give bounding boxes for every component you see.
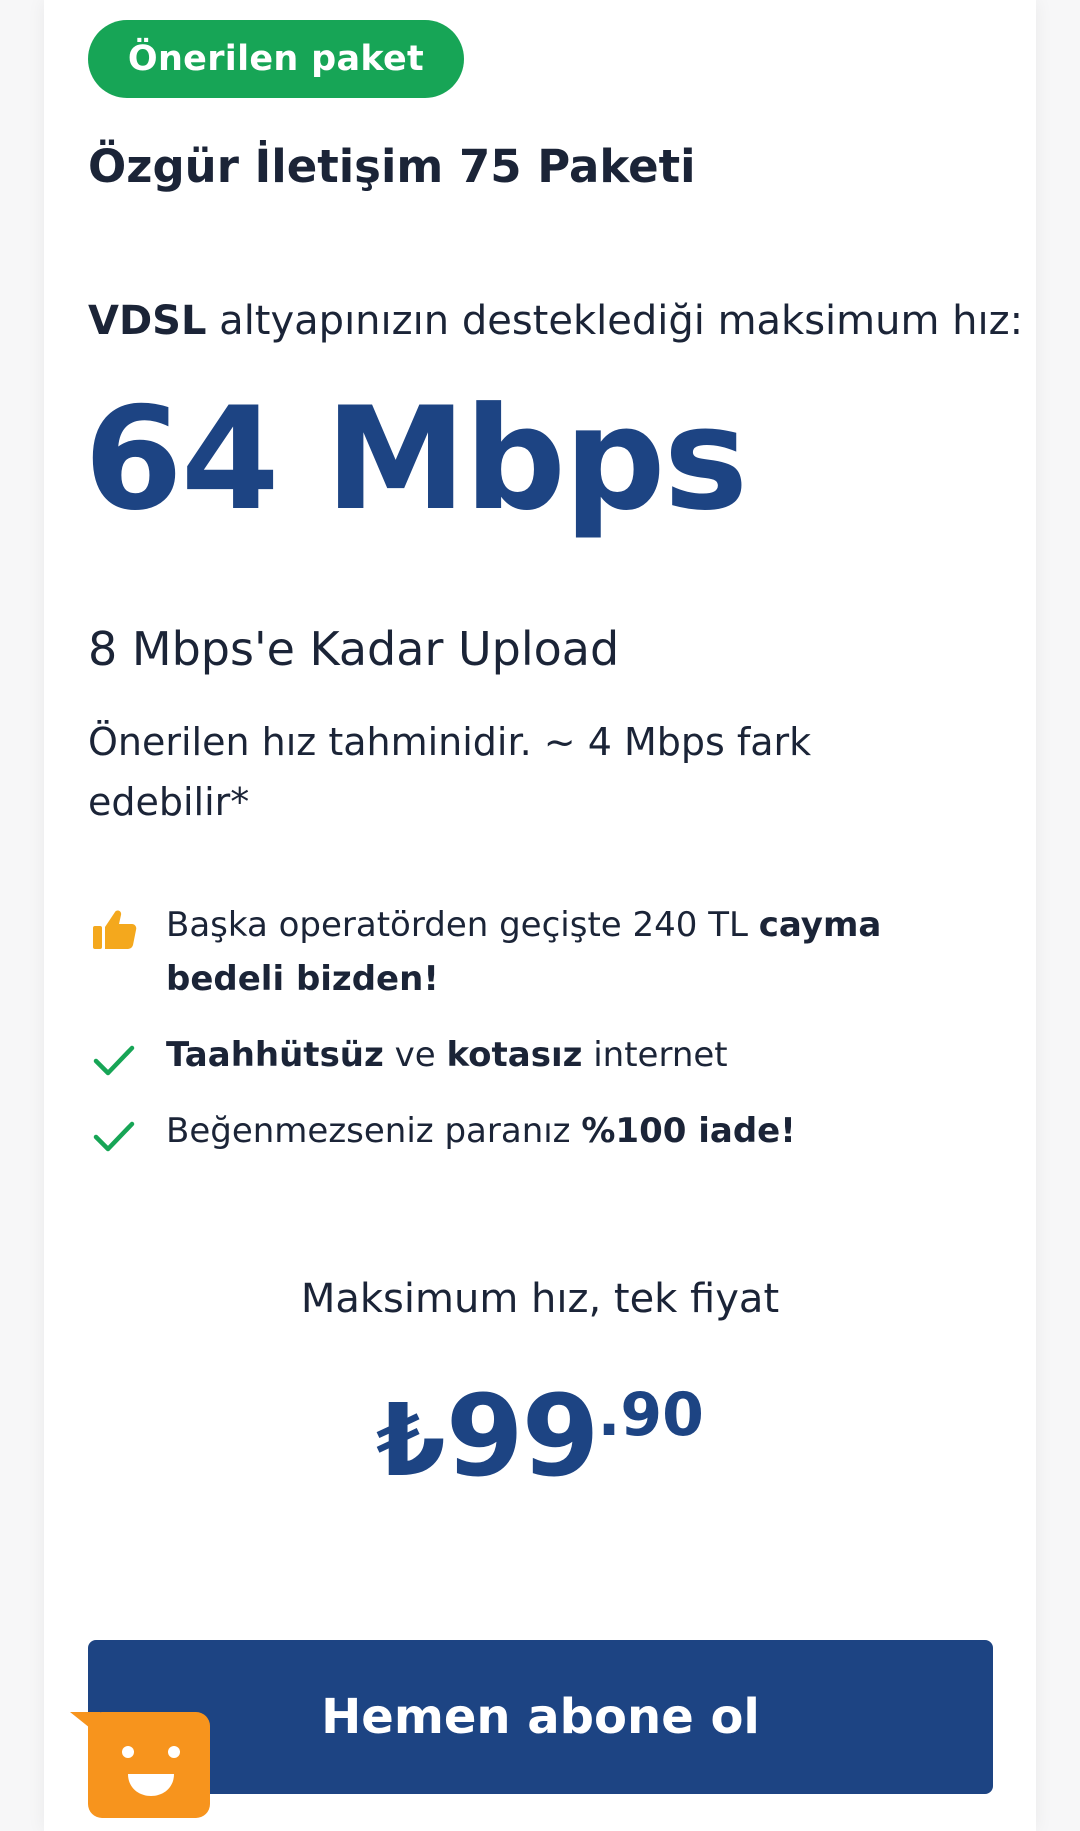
- price-amount: 99: [445, 1372, 600, 1502]
- speed-note: Önerilen hız tahminidir. ~ 4 Mbps fark e…: [88, 720, 812, 824]
- price: ₺99.90: [0, 1372, 1080, 1502]
- feature-text: Başka operatörden geçişte 240 TL: [166, 905, 759, 945]
- infrastructure-type: VDSL: [88, 298, 207, 344]
- feature-item-no-commitment: Taahhütsüz ve kotasız internet: [88, 1028, 988, 1082]
- infrastructure-line: VDSL altyapınızın desteklediği maksimum …: [88, 298, 1023, 344]
- thumbs-up-icon: [93, 910, 137, 949]
- currency-symbol: ₺: [376, 1382, 446, 1499]
- page: Önerilen paket Özgür İletişim 75 Paketi …: [0, 0, 1080, 1831]
- price-decimals: .90: [597, 1380, 704, 1450]
- feature-item-refund: Beğenmezseniz paranız %100 iade!: [88, 1104, 988, 1158]
- price-caption: Maksimum hız, tek fiyat: [300, 1276, 780, 1322]
- recommended-badge: Önerilen paket: [88, 20, 464, 98]
- upload-speed: 8 Mbps'e Kadar Upload: [88, 622, 620, 676]
- feature-bold-text: kotasız: [446, 1035, 583, 1075]
- infrastructure-text: altyapınızın desteklediği maksimum hız:: [206, 298, 1024, 344]
- check-icon: [93, 1121, 135, 1152]
- feature-text: internet: [582, 1035, 728, 1075]
- feature-item-cancellation-fee: Başka operatörden geçişte 240 TL cayma b…: [88, 898, 988, 1006]
- package-title: Özgür İletişim 75 Paketi: [88, 140, 696, 193]
- subscribe-button[interactable]: Hemen abone ol: [88, 1640, 993, 1794]
- feature-text: Beğenmezseniz paranız: [166, 1111, 582, 1151]
- chat-smiley-icon[interactable]: [70, 1708, 212, 1820]
- feature-bold-text: %100 iade!: [581, 1111, 796, 1151]
- feature-list: Başka operatörden geçişte 240 TL cayma b…: [88, 898, 988, 1180]
- feature-text: ve: [383, 1035, 447, 1075]
- feature-bold-text: Taahhütsüz: [166, 1035, 384, 1075]
- check-icon: [93, 1045, 135, 1076]
- max-speed: 64 Mbps: [84, 377, 748, 542]
